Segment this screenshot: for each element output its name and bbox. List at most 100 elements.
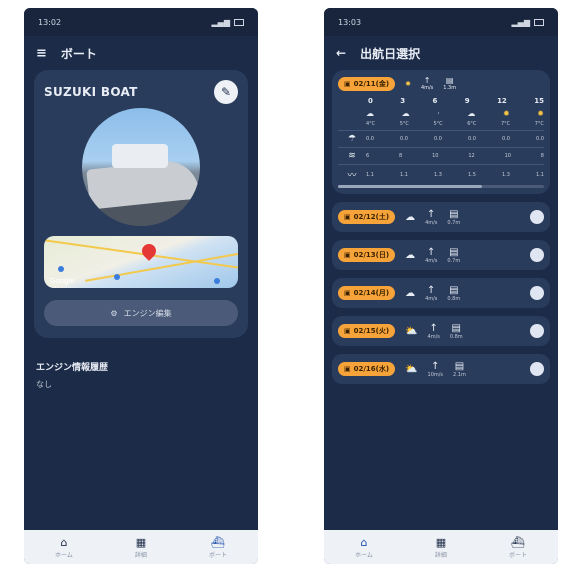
page-title: ボート bbox=[60, 46, 97, 61]
boat-screen: 13:02 ▂▄▆ ≡ ボート SUZUKI BOAT ✎ Google ⚙ エ… bbox=[24, 8, 258, 564]
day-row[interactable]: ▣ 02/13(日) ☁ ↑ 4m/s ▤ 0.7m bbox=[332, 240, 550, 270]
date-pill: ▣ 02/13(日) bbox=[338, 248, 396, 262]
rating-icon bbox=[530, 286, 544, 300]
page-title: 出航日選択 bbox=[360, 46, 421, 61]
status-bar: 13:02 ▂▄▆ bbox=[24, 8, 258, 36]
cloud-icon: ☁ bbox=[405, 211, 416, 223]
wind-value: ↑ 4m/s bbox=[425, 246, 438, 264]
horizontal-scrollbar[interactable] bbox=[338, 185, 544, 188]
wave-value: ▤ 2.1m bbox=[453, 360, 466, 378]
status-time: 13:02 bbox=[38, 17, 62, 27]
date-pill: ▣ 02/16(水) bbox=[338, 362, 396, 376]
nav-boat-label: ボート bbox=[208, 551, 227, 559]
rating-icon bbox=[530, 210, 544, 224]
bottom-nav: ⌂ ホーム ▦ 詳細 ⛴ ボート bbox=[24, 530, 258, 564]
boat-icon: ⛴ bbox=[210, 535, 225, 549]
rain-row: ☂ 0.0 0.0 0.0 0.0 0.0 0.0 bbox=[338, 134, 544, 144]
engine-history-body: なし bbox=[36, 380, 52, 389]
nav-home-label: ホーム bbox=[55, 551, 73, 559]
temperature-row: 4°C 5°C 5°C 6°C 7°C 7°C bbox=[366, 121, 544, 127]
day-row[interactable]: ▣ 02/12(土) ☁ ↑ 4m/s ▤ 0.7m bbox=[332, 202, 550, 232]
engine-edit-label: エンジン編集 bbox=[123, 308, 172, 318]
wind-row: ≋ 6 8 10 12 10 8 bbox=[338, 151, 544, 161]
cloud-icon: ☁ bbox=[405, 249, 416, 261]
engine-history-title: エンジン情報履歴 bbox=[36, 363, 109, 373]
wave-value: ▤ 0.7m bbox=[447, 208, 461, 226]
sun-icon: ✹ bbox=[405, 79, 411, 88]
rating-icon bbox=[530, 362, 544, 376]
wind-value: ↑ 4m/s bbox=[427, 322, 440, 340]
menu-icon[interactable]: ≡ bbox=[36, 46, 47, 61]
nav-detail[interactable]: ▦ 詳細 bbox=[435, 536, 447, 559]
wave-value: ▤ 0.8m bbox=[449, 322, 463, 340]
map-logo: Google bbox=[50, 277, 75, 285]
nav-boat-label: ボート bbox=[508, 551, 527, 559]
calendar-icon: ▣ bbox=[344, 79, 351, 88]
sun-cloud-icon: ⛅ bbox=[405, 325, 418, 337]
date-select-screen: 13:03 ▂▄▆ ← 出航日選択 ▣ 02/11(金) ✹ ↑ 4m/s ▤ 1.3… bbox=[324, 8, 558, 564]
home-icon: ⌂ bbox=[60, 535, 68, 549]
map-pin-icon bbox=[139, 241, 159, 261]
nav-boat[interactable]: ⛴ ボート bbox=[209, 536, 227, 559]
nav-boat[interactable]: ⛴ ボート bbox=[509, 536, 527, 559]
nav-home[interactable]: ⌂ ホーム bbox=[355, 536, 373, 559]
day-detail-card[interactable]: ▣ 02/11(金) ✹ ↑ 4m/s ▤ 1.3m 0 3 6 9 12 15 ☁ ☁ · ☁ ✹ ✹ … bbox=[332, 70, 550, 194]
rating-icon bbox=[530, 248, 544, 262]
wind-value: ↑ 4m/s bbox=[425, 284, 438, 302]
nav-home-label: ホーム bbox=[355, 551, 373, 559]
nav-home[interactable]: ⌂ ホーム bbox=[55, 536, 73, 559]
battery-icon bbox=[534, 18, 544, 26]
date-pill: ▣ 02/15(火) bbox=[338, 324, 396, 338]
back-arrow-icon[interactable]: ← bbox=[336, 46, 346, 60]
day-row[interactable]: ▣ 02/16(水) ⛅ ↑ 10m/s ▤ 2.1m bbox=[332, 354, 550, 384]
wind-value: ↑ 4m/s bbox=[425, 208, 438, 226]
boat-icon: ⛴ bbox=[510, 535, 525, 549]
wave-value: ▤ 1.3m bbox=[443, 76, 457, 91]
edit-icon[interactable]: ✎ bbox=[214, 80, 238, 104]
boat-photo bbox=[82, 108, 200, 226]
nav-detail-label: 詳細 bbox=[434, 551, 447, 559]
nav-detail[interactable]: ▦ 詳細 bbox=[135, 536, 147, 559]
wave-value: ▤ 0.7m bbox=[447, 246, 461, 264]
engine-icon: ⚙ bbox=[110, 308, 118, 318]
sun-cloud-icon: ⛅ bbox=[405, 363, 418, 375]
engine-edit-button[interactable]: ⚙ エンジン編集 bbox=[44, 300, 238, 326]
wind-value: ↑ 10m/s bbox=[427, 360, 444, 378]
signal-icon: ▂▄▆ bbox=[511, 17, 530, 27]
cloud-icon: ☁ bbox=[405, 287, 416, 299]
status-icons: ▂▄▆ bbox=[512, 18, 544, 27]
date-label: 02/11(金) bbox=[353, 79, 390, 88]
home-icon: ⌂ bbox=[360, 535, 368, 549]
boat-name: SUZUKI BOAT bbox=[44, 85, 138, 99]
date-pill: ▣ 02/11(金) bbox=[338, 76, 396, 91]
rating-icon bbox=[530, 324, 544, 338]
status-bar: 13:03 ▂▄▆ bbox=[324, 8, 558, 36]
wave-value: ▤ 0.8m bbox=[447, 284, 461, 302]
calendar-icon: ▣ bbox=[344, 289, 351, 297]
wave-row: 〰 1.1 1.1 1.3 1.5 1.3 1.1 bbox=[338, 168, 544, 181]
calendar-icon: ▣ bbox=[344, 327, 351, 335]
boat-card: SUZUKI BOAT ✎ Google ⚙ エンジン編集 bbox=[34, 70, 248, 338]
wave-icon: 〰 bbox=[347, 171, 357, 181]
day-row[interactable]: ▣ 02/14(月) ☁ ↑ 4m/s ▤ 0.8m bbox=[332, 278, 550, 308]
calendar-icon: ▦ bbox=[435, 535, 447, 549]
battery-icon bbox=[234, 18, 244, 26]
calendar-icon: ▣ bbox=[344, 213, 351, 221]
app-bar: ← 出航日選択 bbox=[324, 36, 558, 70]
status-icons: ▂▄▆ bbox=[212, 18, 244, 27]
day-row[interactable]: ▣ 02/15(火) ⛅ ↑ 4m/s ▤ 0.8m bbox=[332, 316, 550, 346]
wind-icon: ≋ bbox=[348, 151, 356, 161]
hour-header: 0 3 6 9 12 15 bbox=[368, 97, 544, 105]
nav-detail-label: 詳細 bbox=[134, 551, 147, 559]
date-pill: ▣ 02/14(月) bbox=[338, 286, 396, 300]
status-time: 13:03 bbox=[338, 17, 362, 27]
wind-value: ↑ 4m/s bbox=[420, 76, 434, 91]
calendar-icon: ▣ bbox=[344, 365, 351, 373]
weather-row: ☁ ☁ · ☁ ✹ ✹ bbox=[366, 109, 544, 118]
app-bar: ≡ ボート bbox=[24, 36, 258, 70]
location-map[interactable]: Google bbox=[44, 236, 238, 288]
bottom-nav: ⌂ ホーム ▦ 詳細 ⛴ ボート bbox=[324, 530, 558, 564]
calendar-icon: ▦ bbox=[135, 535, 147, 549]
rain-icon: ☂ bbox=[347, 134, 357, 144]
signal-icon: ▂▄▆ bbox=[211, 17, 230, 27]
